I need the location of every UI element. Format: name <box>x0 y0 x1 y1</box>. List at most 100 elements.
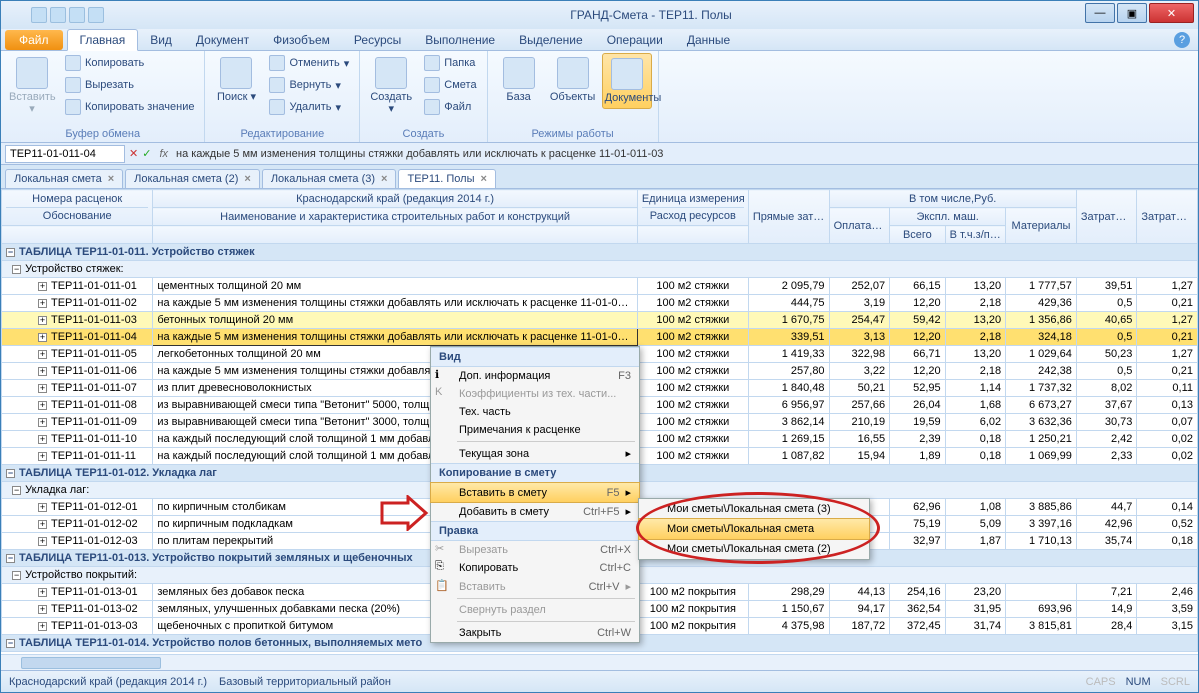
cut-icon <box>65 77 81 93</box>
doctab-close-icon[interactable]: × <box>481 173 487 185</box>
submenu-insert: Мои сметы\Локальная смета (3) Мои сметы\… <box>638 498 870 560</box>
tab-resources[interactable]: Ресурсы <box>342 30 413 50</box>
col-materials[interactable]: Материалы <box>1006 208 1077 244</box>
copyvalue-icon <box>65 99 81 115</box>
table-row[interactable]: +ТЕР11-01-011-03бетонных толщиной 20 мм1… <box>2 312 1198 329</box>
ctx-copy[interactable]: ⎘КопироватьCtrl+C <box>431 559 639 577</box>
table-row[interactable]: +ТЕР11-01-011-01цементных толщиной 20 мм… <box>2 278 1198 295</box>
formula-text[interactable]: на каждые 5 мм изменения толщины стяжки … <box>176 148 1194 160</box>
close-button[interactable]: ✕ <box>1149 3 1194 23</box>
delete-button[interactable]: Удалить ▾ <box>265 97 353 117</box>
help-icon[interactable]: ? <box>1174 32 1190 48</box>
copyvalue-button[interactable]: Копировать значение <box>61 97 198 117</box>
qat-dropdown-icon[interactable] <box>88 7 104 23</box>
tab-data[interactable]: Данные <box>675 30 742 50</box>
objects-button[interactable]: Объекты <box>548 53 598 107</box>
col-total[interactable]: Всего <box>890 226 946 244</box>
doctab-close-icon[interactable]: × <box>381 173 387 185</box>
ctx-koef: KКоэффициенты из тех. части... <box>431 385 639 403</box>
ctx-cut: ✂ВырезатьCtrl+X <box>431 541 639 559</box>
tab-operations[interactable]: Операции <box>595 30 675 50</box>
col-labor-workers[interactable]: Затраты труда рабочих <box>1076 190 1137 244</box>
tab-execution[interactable]: Выполнение <box>413 30 507 50</box>
group-edit-label: Редактирование <box>211 125 353 140</box>
create-button[interactable]: Создать ▾ <box>366 53 416 119</box>
maximize-button[interactable]: ▣ <box>1117 3 1147 23</box>
section-row[interactable]: −ТАБЛИЦА ТЕР11-01-011. Устройство стяжек <box>2 244 1198 261</box>
quick-access-toolbar <box>1 7 104 23</box>
smeta-button[interactable]: Смета <box>420 75 480 95</box>
context-menu: Вид ℹДоп. информацияF3 KКоэффициенты из … <box>430 346 640 643</box>
table-row[interactable]: +ТЕР11-01-011-04на каждые 5 мм изменения… <box>2 329 1198 346</box>
col-including[interactable]: В том числе,Руб. <box>829 190 1076 208</box>
submenu-item-1[interactable]: Мои сметы\Локальная смета (3) <box>639 499 869 519</box>
copy-icon: ⎘ <box>435 560 451 576</box>
submenu-item-2[interactable]: Мои сметы\Локальная смета <box>638 518 870 540</box>
qat-undo-icon[interactable] <box>50 7 66 23</box>
col-labor-machinists[interactable]: Затраты труда маш-стов <box>1137 190 1198 244</box>
doctab-close-icon[interactable]: × <box>108 173 114 185</box>
folder-button[interactable]: Папка <box>420 53 480 73</box>
ctx-insert-smeta[interactable]: Вставить в сметуF5▸ <box>430 482 640 503</box>
table-row[interactable]: +ТЕР11-01-011-02на каждые 5 мм изменения… <box>2 295 1198 312</box>
tab-fizobem[interactable]: Физобъем <box>261 30 342 50</box>
file-menu[interactable]: Файл <box>5 30 63 50</box>
create-icon <box>375 57 407 89</box>
qat-redo-icon[interactable] <box>69 7 85 23</box>
search-button[interactable]: Поиск ▾ <box>211 53 261 107</box>
submenu-item-3[interactable]: Мои сметы\Локальная смета (2) <box>639 539 869 559</box>
formula-bar: ✕ ✓ fx на каждые 5 мм изменения толщины … <box>1 143 1198 165</box>
scrollbar-thumb[interactable] <box>21 657 161 669</box>
group-modes-label: Режимы работы <box>494 125 652 140</box>
ctx-prim[interactable]: Примечания к расценке <box>431 421 639 439</box>
col-description[interactable]: Наименование и характеристика строительн… <box>153 208 637 226</box>
doctab-4[interactable]: ТЕР11. Полы× <box>398 169 495 188</box>
folder-icon <box>424 55 440 71</box>
group-clipboard-label: Буфер обмена <box>7 125 198 140</box>
col-numbers[interactable]: Номера расценокОбоснование <box>2 190 153 226</box>
paste-button[interactable]: Вставить ▾ <box>7 53 57 119</box>
undo-button[interactable]: Отменить ▾ <box>265 53 353 73</box>
accept-formula-icon[interactable]: ✓ <box>142 147 151 160</box>
ctx-add-smeta[interactable]: Добавить в сметуCtrl+F5▸ <box>431 502 639 521</box>
subsection-row[interactable]: −Устройство стяжек: <box>2 261 1198 278</box>
tab-document[interactable]: Документ <box>184 30 261 50</box>
ctx-zona[interactable]: Текущая зона▸ <box>431 444 639 463</box>
copy-icon <box>65 55 81 71</box>
doctab-close-icon[interactable]: × <box>244 173 250 185</box>
col-wages[interactable]: Оплата труда рабочих <box>829 208 890 244</box>
fx-icon[interactable]: fx <box>155 148 172 160</box>
ctx-techpart[interactable]: Тех. часть <box>431 403 639 421</box>
cut-button[interactable]: Вырезать <box>61 75 198 95</box>
documents-button[interactable]: Документы <box>602 53 652 109</box>
col-region[interactable]: Краснодарский край (редакция 2014 г.) <box>153 190 637 208</box>
status-scrl: SCRL <box>1161 676 1190 688</box>
paste-icon: 📋 <box>435 579 451 595</box>
doctab-1[interactable]: Локальная смета× <box>5 169 123 188</box>
col-direct[interactable]: Прямые затраты,Руб. <box>748 190 829 244</box>
tab-main[interactable]: Главная <box>67 29 139 51</box>
col-machines[interactable]: Экспл. маш. <box>890 208 1006 226</box>
group-create-label: Создать <box>366 125 480 140</box>
ctx-dopinfo[interactable]: ℹДоп. информацияF3 <box>431 367 639 385</box>
col-machinist-wages[interactable]: В т.ч.з/пл маш-тов <box>945 226 1006 244</box>
redo-button[interactable]: Вернуть ▾ <box>265 75 353 95</box>
col-unit[interactable]: Единица измеренияРасход ресурсов <box>637 190 748 226</box>
base-button[interactable]: База <box>494 53 544 107</box>
doctab-2[interactable]: Локальная смета (2)× <box>125 169 260 188</box>
file-button[interactable]: Файл <box>420 97 480 117</box>
minimize-button[interactable]: — <box>1085 3 1115 23</box>
ctx-close[interactable]: ЗакрытьCtrl+W <box>431 624 639 642</box>
qat-save-icon[interactable] <box>31 7 47 23</box>
cell-reference-input[interactable] <box>5 145 125 163</box>
tab-view[interactable]: Вид <box>138 30 184 50</box>
doctab-3[interactable]: Локальная смета (3)× <box>262 169 397 188</box>
cancel-formula-icon[interactable]: ✕ <box>129 147 138 160</box>
horizontal-scrollbar[interactable] <box>1 654 1198 670</box>
ctx-header-view: Вид <box>431 347 639 367</box>
ribbon-tabs: Файл Главная Вид Документ Физобъем Ресур… <box>1 29 1198 51</box>
copy-button[interactable]: Копировать <box>61 53 198 73</box>
base-icon <box>503 57 535 89</box>
paste-icon <box>16 57 48 89</box>
tab-selection[interactable]: Выделение <box>507 30 595 50</box>
